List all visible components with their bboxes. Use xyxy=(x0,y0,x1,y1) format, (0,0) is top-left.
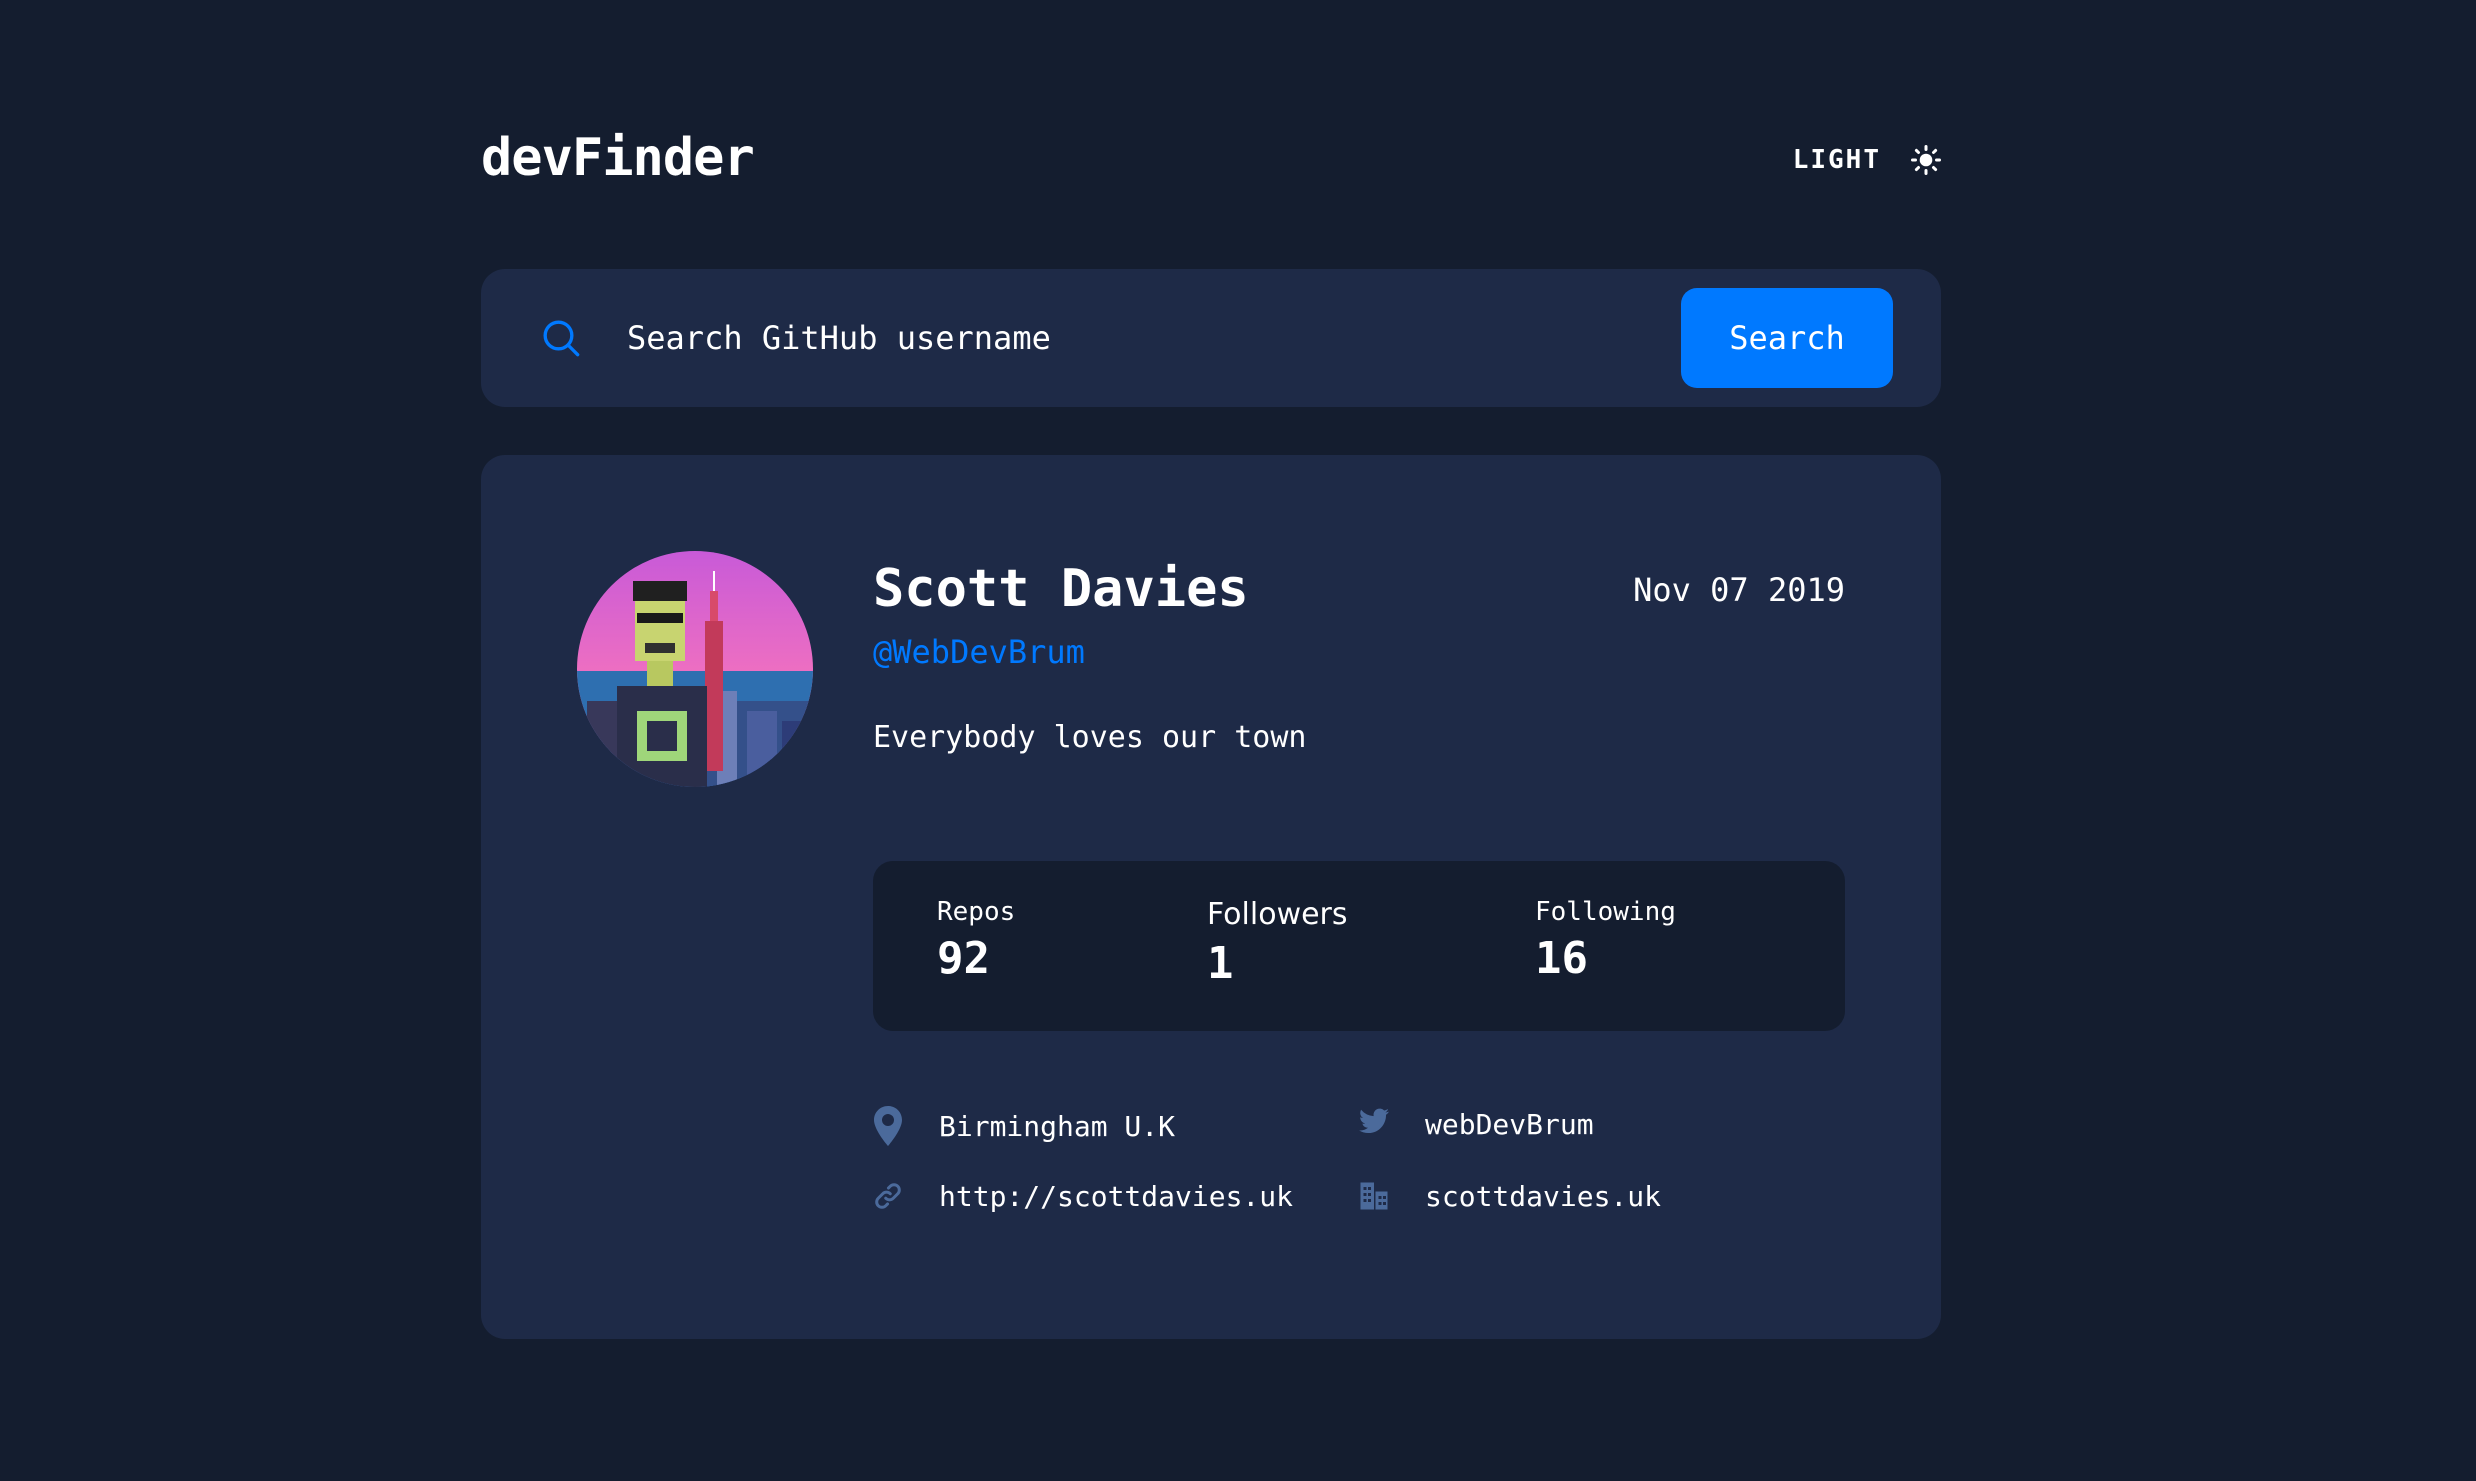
stat-repos-value: 92 xyxy=(937,933,990,984)
avatar-image xyxy=(577,551,813,787)
search-button[interactable]: Search xyxy=(1681,288,1893,388)
profile-name: Scott Davies xyxy=(873,559,1249,619)
search-icon xyxy=(543,320,580,357)
stat-following-value: 16 xyxy=(1535,933,1588,984)
app-logo: devFinder xyxy=(481,128,755,188)
twitter-icon xyxy=(1359,1108,1389,1134)
stat-followers: Followers 1 xyxy=(1207,897,1348,989)
stats-panel: Repos 92 Followers 1 Following 16 xyxy=(873,861,1845,1031)
twitter-text[interactable]: webDevBrum xyxy=(1425,1108,1594,1141)
stat-followers-label: Followers xyxy=(1207,897,1348,932)
link-icon xyxy=(875,1183,901,1209)
twitter-item[interactable]: webDevBrum xyxy=(1359,1095,1594,1145)
app: devFinder LIGHT Search GitHub username S… xyxy=(481,0,1941,1481)
search-input[interactable] xyxy=(627,303,1497,373)
joined-date: Nov 07 2019 xyxy=(1633,571,1845,609)
stat-repos: Repos 92 xyxy=(937,897,1015,984)
theme-toggle-label: LIGHT xyxy=(1792,145,1881,175)
profile-card: Scott Davies Nov 07 2019 @WebDevBrum Eve… xyxy=(481,455,1941,1339)
office-building-icon xyxy=(1360,1182,1388,1210)
sun-icon xyxy=(1911,145,1941,175)
location-item: Birmingham U.K xyxy=(873,1101,1175,1151)
location-text: Birmingham U.K xyxy=(939,1109,1176,1143)
stat-followers-value: 1 xyxy=(1207,938,1234,989)
search-bar: Search xyxy=(481,269,1941,407)
company-item: scottdavies.uk xyxy=(1359,1171,1661,1221)
stat-repos-label: Repos xyxy=(937,897,1016,927)
profile-login-link[interactable]: @WebDevBrum xyxy=(873,633,1085,671)
avatar xyxy=(577,551,813,787)
company-text: scottdavies.uk xyxy=(1425,1179,1662,1213)
profile-bio: Everybody loves our town xyxy=(873,720,1307,755)
profile-links: Birmingham U.K webDevBrum http://scottda… xyxy=(873,1101,1845,1241)
theme-toggle[interactable]: LIGHT xyxy=(1793,140,1941,180)
stat-following-label: Following xyxy=(1535,897,1676,927)
location-pin-icon xyxy=(874,1106,902,1146)
stat-following: Following 16 xyxy=(1535,897,1676,984)
website-text[interactable]: http://scottdavies.uk xyxy=(939,1180,1293,1213)
website-item[interactable]: http://scottdavies.uk xyxy=(873,1171,1293,1221)
header: devFinder LIGHT xyxy=(481,120,1941,200)
